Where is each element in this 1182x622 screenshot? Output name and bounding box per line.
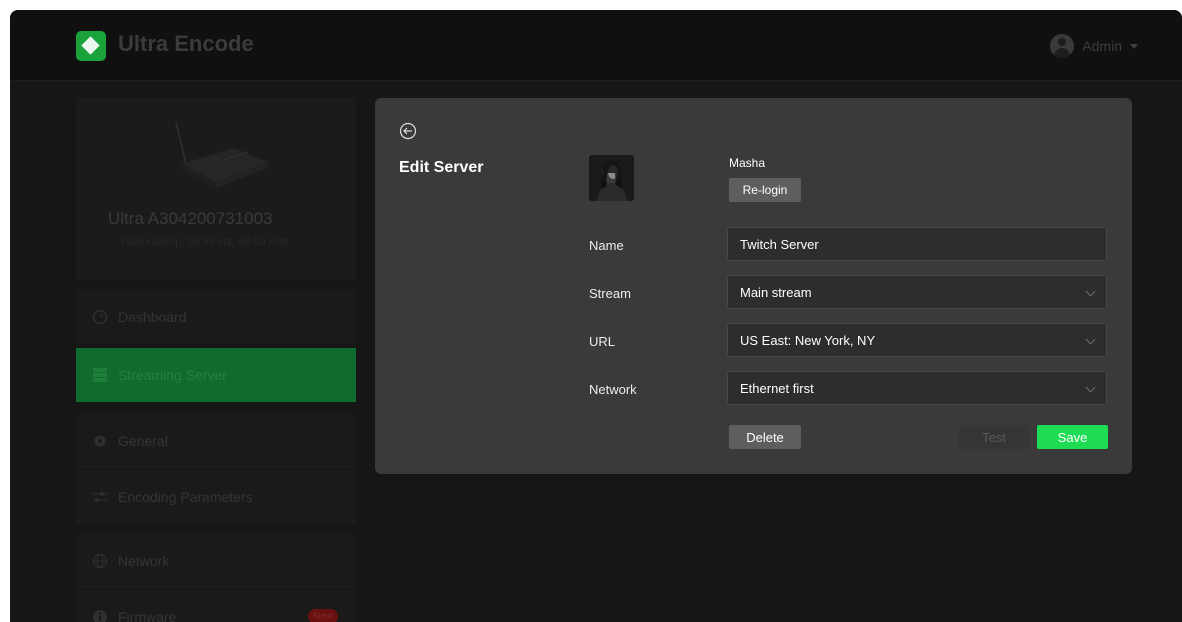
- dialog-title: Edit Server: [399, 159, 484, 176]
- top-bar: Ultra Encode Admin: [10, 10, 1182, 81]
- network-select-value: Ethernet first: [740, 380, 814, 396]
- server-icon: [93, 368, 107, 382]
- sidebar-item-label: Encoding Parameters: [118, 489, 253, 505]
- sidebar-item-label: Dashboard: [118, 309, 187, 325]
- user-menu[interactable]: Admin: [1050, 33, 1138, 59]
- stream-label: Stream: [589, 286, 631, 301]
- chevron-down-icon: [1085, 382, 1096, 393]
- save-button[interactable]: Save: [1037, 425, 1108, 449]
- info-icon: [93, 610, 107, 622]
- url-label: URL: [589, 334, 616, 349]
- new-badge: New: [307, 609, 338, 622]
- name-input-value: Twitch Server: [740, 236, 819, 252]
- user-name: Admin: [1082, 38, 1122, 54]
- caret-down-icon: [1130, 43, 1138, 49]
- account-avatar: [589, 155, 634, 201]
- sidebar-item-general[interactable]: General: [76, 414, 356, 468]
- sidebar-item-dashboard[interactable]: Dashboard: [76, 290, 356, 344]
- globe-icon: [92, 553, 108, 569]
- back-arrow-icon[interactable]: [399, 122, 417, 140]
- sidebar-item-label: Network: [118, 553, 170, 569]
- stream-select[interactable]: Main stream: [727, 275, 1107, 309]
- user-avatar-icon: [1050, 34, 1075, 58]
- gear-icon: [94, 435, 106, 447]
- test-button[interactable]: Test: [959, 425, 1029, 449]
- sidebar-item-streaming-server[interactable]: Streaming Server: [76, 348, 356, 402]
- sidebar-item-encoding-parameters[interactable]: Encoding Parameters: [76, 470, 356, 524]
- url-select-value: US East: New York, NY: [740, 332, 876, 348]
- device-card: Ultra A304200731003 1920×1080p, 59.94 Hz…: [76, 98, 356, 280]
- sidebar-item-label: General: [118, 433, 168, 449]
- network-label: Network: [589, 382, 637, 397]
- logo-icon: [76, 31, 106, 61]
- app-title: Ultra Encode: [118, 31, 254, 56]
- stream-select-value: Main stream: [740, 284, 812, 300]
- sidebar-item-firmware[interactable]: Firmware New: [76, 590, 356, 622]
- name-label: Name: [589, 238, 624, 253]
- dashboard-icon: [92, 309, 108, 325]
- chevron-down-icon: [1085, 286, 1096, 297]
- device-spec: 1920×1080p, 59.94 Hz, 48.00 KHz: [120, 236, 290, 248]
- relogin-button[interactable]: Re-login: [729, 178, 801, 202]
- sliders-icon: [93, 492, 107, 502]
- name-input[interactable]: Twitch Server: [727, 227, 1107, 261]
- chevron-down-icon: [1085, 334, 1096, 345]
- encoder-device-image: [175, 121, 268, 188]
- sidebar-item-label: Firmware: [118, 609, 177, 622]
- delete-button[interactable]: Delete: [729, 425, 801, 449]
- network-select[interactable]: Ethernet first: [727, 371, 1107, 405]
- sidebar-item-label: Streaming Server: [118, 367, 227, 383]
- account-name: Masha: [729, 156, 766, 170]
- sidebar-item-network[interactable]: Network: [76, 534, 356, 588]
- url-select[interactable]: US East: New York, NY: [727, 323, 1107, 357]
- device-name: Ultra A304200731003: [108, 209, 273, 228]
- edit-server-dialog: Edit Server Masha Re-login Name Twitch S…: [375, 98, 1132, 474]
